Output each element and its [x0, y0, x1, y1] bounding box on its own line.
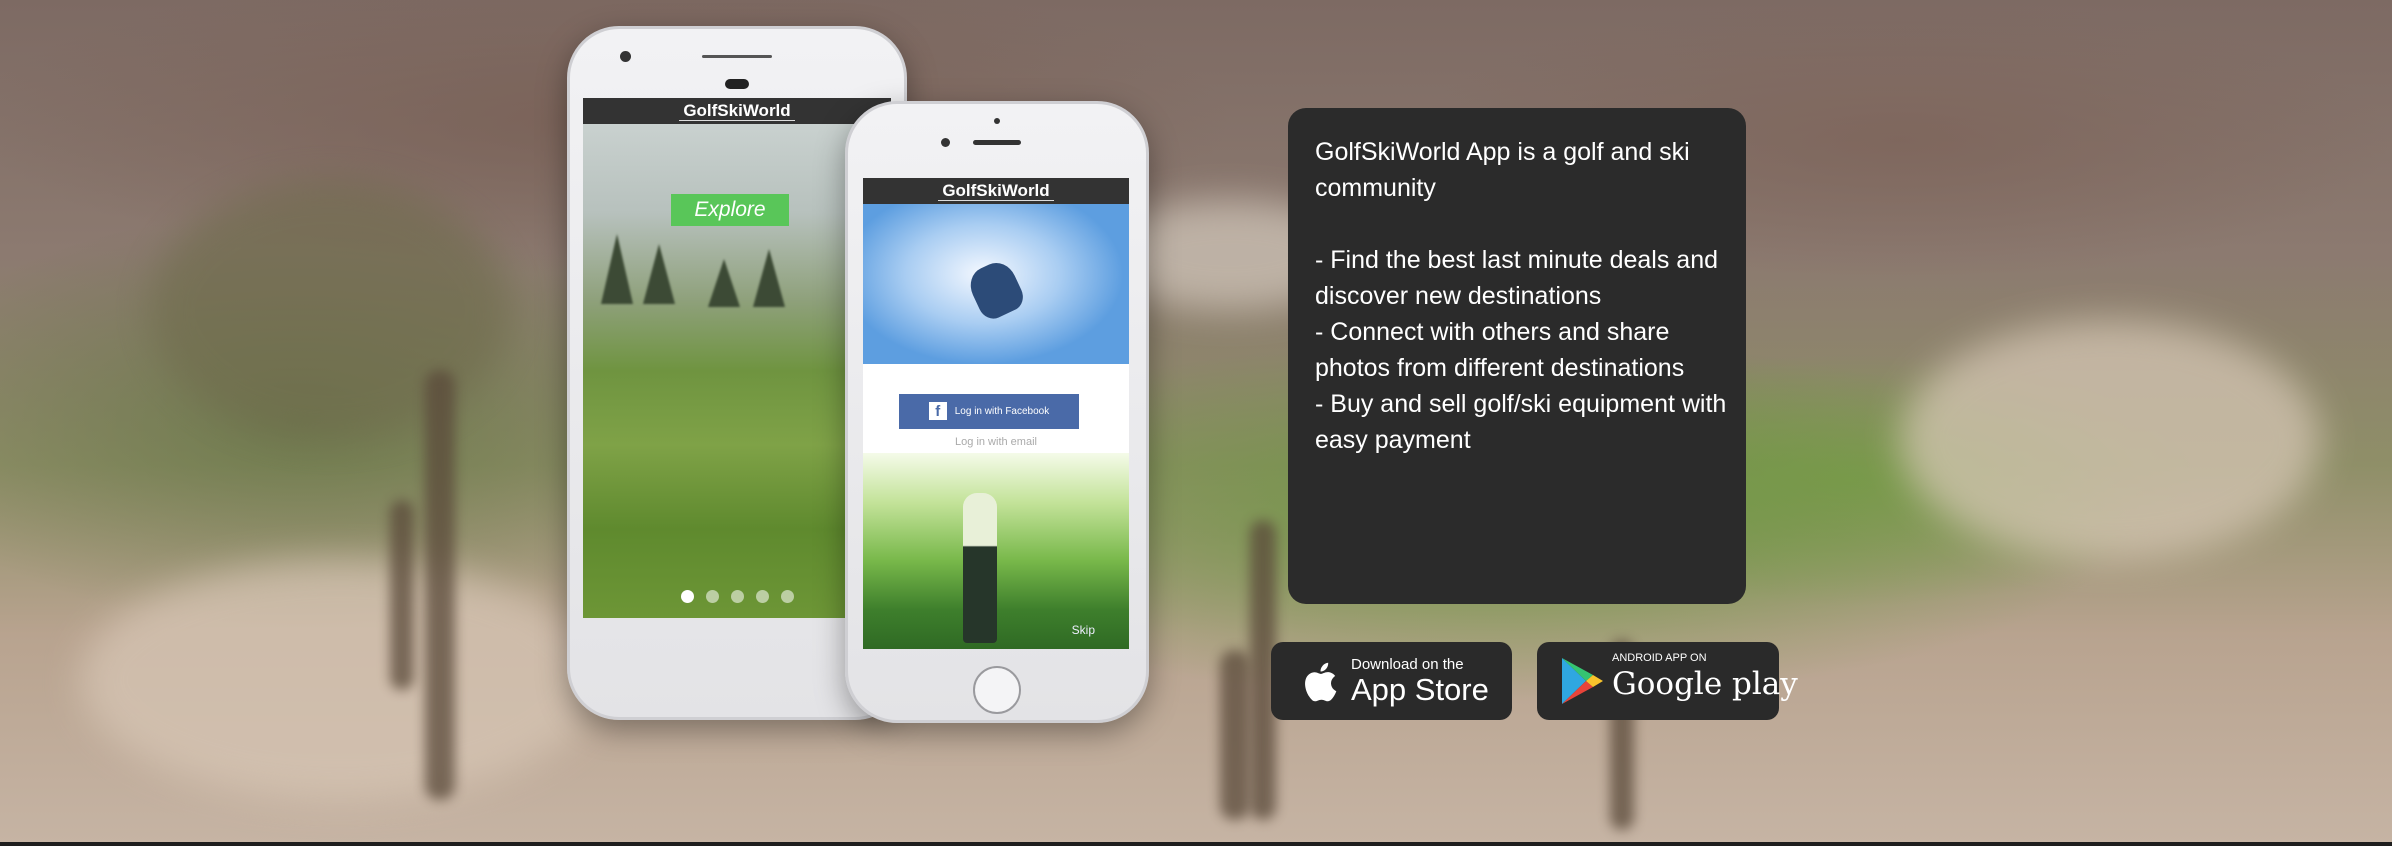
- phone-sensor: [725, 79, 749, 89]
- app-logo-text: GolfSkiWorld: [938, 181, 1054, 201]
- tree: [601, 234, 633, 304]
- skip-link[interactable]: Skip: [1072, 623, 1095, 637]
- facebook-login-button[interactable]: f Log in with Facebook: [899, 394, 1079, 429]
- bg-cactus: [1220, 650, 1250, 820]
- phone-mockup-front: GolfSkiWorld f Log in with Facebook Log i…: [845, 101, 1149, 723]
- google-play-button[interactable]: ANDROID APP ON Google play: [1537, 642, 1798, 720]
- skier: [964, 256, 1028, 324]
- bg-rock: [1900, 320, 2320, 560]
- phone-home-button: [973, 666, 1021, 714]
- skier-image: [863, 204, 1129, 364]
- tree: [708, 259, 740, 307]
- app-header: GolfSkiWorld: [583, 98, 891, 124]
- app-store-big-text: App Store: [1351, 672, 1489, 707]
- feature-item: - Connect with others and share photos f…: [1315, 318, 1685, 382]
- facebook-icon: f: [928, 402, 947, 421]
- app-store-button[interactable]: Download on the App Store: [1271, 642, 1512, 720]
- carousel-dot-active[interactable]: [680, 590, 694, 603]
- phone-camera: [620, 51, 631, 62]
- carousel-dot[interactable]: [705, 590, 719, 603]
- golfer: [963, 493, 997, 643]
- feature-item: - Find the best last minute deals and di…: [1315, 246, 1719, 310]
- app-screen-login: GolfSkiWorld f Log in with Facebook Log i…: [863, 178, 1129, 649]
- explore-button[interactable]: Explore: [671, 194, 789, 226]
- phone-speaker: [973, 140, 1021, 145]
- info-card: GolfSkiWorld App is a golf and ski commu…: [1288, 108, 1746, 604]
- bg-sand: [80, 560, 600, 800]
- bottom-border: [0, 842, 2392, 846]
- app-store-small-text: Download on the: [1351, 656, 1464, 673]
- tree: [643, 244, 675, 304]
- google-play-small-text: ANDROID APP ON: [1612, 652, 1707, 664]
- phone-camera: [941, 138, 950, 147]
- facebook-login-label: Log in with Facebook: [954, 406, 1050, 417]
- bg-shrub: [150, 180, 510, 440]
- hero-background: GolfSkiWorld Explore GolfSkiWorld f Log i…: [0, 0, 2392, 846]
- email-login-link[interactable]: Log in with email: [863, 436, 1129, 448]
- golfer-image: Skip: [863, 453, 1129, 649]
- feature-item: - Buy and sell golf/ski equipment with e…: [1315, 390, 1727, 454]
- bg-cactus: [425, 370, 455, 800]
- carousel-dot[interactable]: [755, 590, 769, 603]
- carousel-dot[interactable]: [780, 590, 794, 603]
- google-play-icon: [1559, 656, 1605, 711]
- phone-speaker: [702, 55, 772, 58]
- app-logo-text: GolfSkiWorld: [679, 101, 795, 121]
- intro-text: GolfSkiWorld App is a golf and ski commu…: [1315, 138, 1690, 202]
- google-play-big-text: Google play: [1612, 666, 1798, 702]
- bg-cactus: [390, 500, 414, 690]
- carousel-dot[interactable]: [730, 590, 744, 603]
- phone-front-camera: [994, 118, 1000, 124]
- tree: [753, 249, 785, 307]
- apple-icon: [1298, 659, 1338, 713]
- app-header: GolfSkiWorld: [863, 178, 1129, 204]
